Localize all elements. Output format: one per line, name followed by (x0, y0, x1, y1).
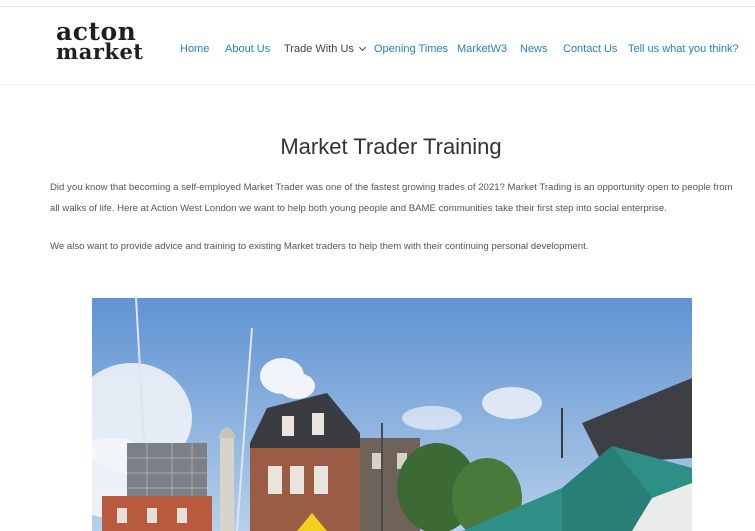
market-photo (92, 298, 692, 531)
nav-marketw3[interactable]: MarketW3 (457, 42, 507, 56)
main-navigation: Home About Us Trade With Us Opening Time… (0, 42, 755, 56)
intro-paragraph: Did you know that becoming a self-employ… (50, 182, 733, 214)
nav-about-us[interactable]: About Us (225, 42, 270, 56)
header-divider (0, 84, 755, 85)
page-title: Market Trader Training (280, 134, 502, 159)
nav-trade-with-us[interactable]: Trade With Us (284, 42, 366, 56)
training-paragraph: We also want to provide advice and train… (50, 241, 589, 252)
chevron-down-icon (358, 43, 366, 52)
nav-tell-us[interactable]: Tell us what you think? (628, 42, 739, 56)
top-divider (0, 6, 755, 7)
nav-contact-us[interactable]: Contact Us (563, 42, 617, 56)
site-header: acton market Home About Us Trade With Us… (0, 8, 755, 84)
nav-opening-times[interactable]: Opening Times (374, 42, 448, 56)
nav-trade-with-us-label: Trade With Us (284, 43, 354, 55)
nav-news[interactable]: News (520, 42, 548, 56)
nav-home[interactable]: Home (180, 42, 209, 56)
